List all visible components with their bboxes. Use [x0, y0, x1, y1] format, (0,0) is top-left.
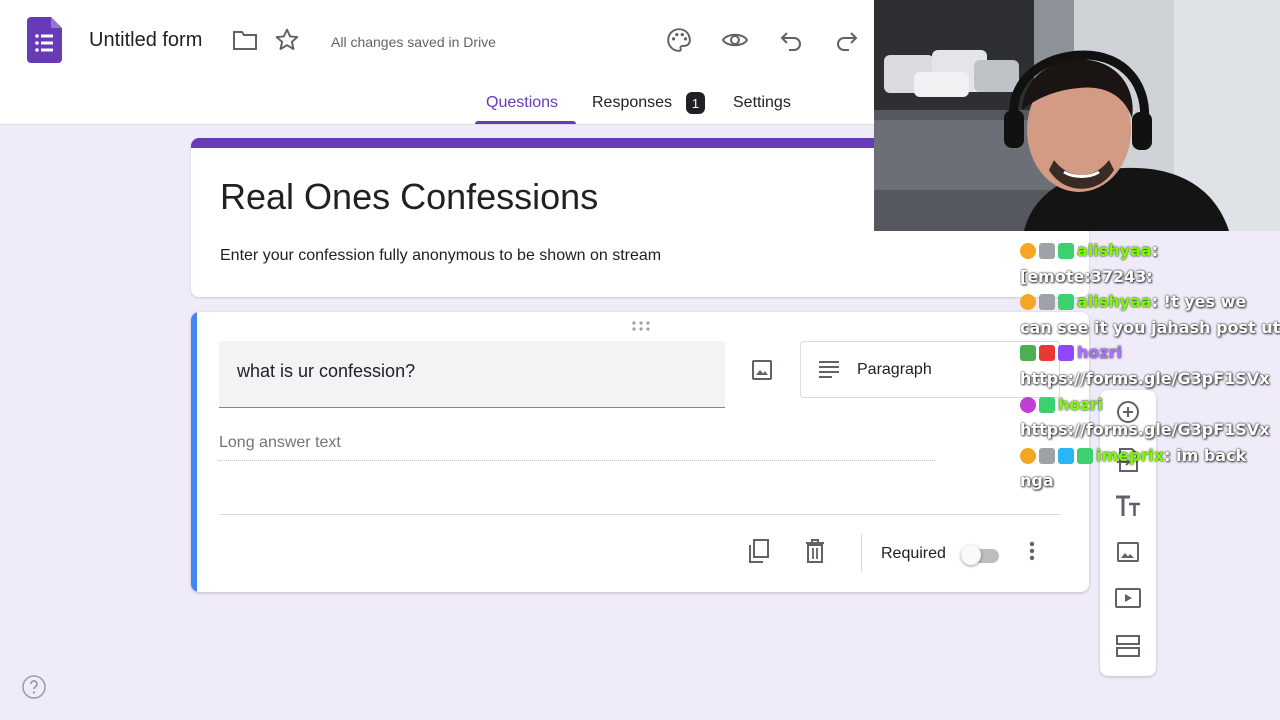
duplicate-icon[interactable] — [746, 538, 772, 564]
mod-badge-icon — [1058, 294, 1074, 311]
microphone-icon — [1020, 396, 1036, 413]
form-doc-title[interactable]: Untitled form — [89, 29, 202, 52]
add-video-icon[interactable] — [1114, 584, 1142, 612]
chat-message: alishyaa: !t yes we — [1020, 289, 1280, 315]
chat-text: : !t yes we — [1151, 292, 1247, 312]
card-footer-divider — [219, 514, 1061, 515]
webcam-video-image — [874, 0, 1280, 231]
webcam-overlay — [874, 0, 1280, 231]
chat-text: : im back — [1164, 445, 1247, 465]
tab-responses[interactable]: Responses — [592, 94, 672, 112]
save-status: All changes saved in Drive — [331, 34, 496, 50]
active-question-indicator — [191, 312, 197, 592]
add-image-icon[interactable] — [747, 355, 777, 385]
chat-message: alishyaa: — [1020, 238, 1280, 264]
tab-questions[interactable]: Questions — [486, 94, 558, 112]
drag-handle-icon[interactable] — [631, 320, 651, 332]
responses-count-badge: 1 — [686, 92, 705, 114]
folder-icon[interactable] — [231, 26, 259, 54]
chat-message-continued: can see it you jahash post ut — [1020, 317, 1280, 337]
more-options-icon[interactable] — [1019, 538, 1045, 564]
add-section-icon[interactable] — [1114, 632, 1142, 660]
mod-badge-icon — [1077, 447, 1093, 464]
question-card[interactable]: what is ur confession? Paragraph Long an… — [191, 312, 1089, 592]
undo-icon[interactable] — [777, 26, 805, 54]
chat-message-continued: nga — [1020, 471, 1054, 491]
long-answer-placeholder: Long answer text — [219, 434, 935, 461]
required-label: Required — [881, 545, 946, 562]
chat-text: : — [1151, 241, 1159, 260]
redo-icon[interactable] — [833, 26, 861, 54]
question-title-input[interactable]: what is ur confession? — [219, 341, 725, 408]
crown-icon — [1039, 447, 1055, 464]
badge-icon — [1020, 294, 1036, 311]
chat-message: imeprix: im back — [1020, 443, 1280, 469]
paragraph-icon — [819, 361, 839, 378]
required-toggle[interactable] — [961, 544, 1003, 566]
chat-username: hozri — [1077, 343, 1123, 363]
delete-trash-icon[interactable] — [802, 538, 828, 564]
chat-username: imeprix — [1096, 445, 1165, 465]
stream-chat-overlay: alishyaa: [emote:37243: alishyaa: !t yes… — [1020, 238, 1280, 494]
form-title[interactable]: Real Ones Confessions — [220, 176, 598, 218]
broadcaster-badge-icon — [1039, 345, 1055, 362]
twitch-icon — [1058, 345, 1074, 362]
chat-username: alishyaa — [1077, 241, 1152, 260]
crown-icon — [1020, 345, 1036, 362]
question-type-label: Paragraph — [857, 361, 932, 378]
active-tab-indicator — [475, 121, 576, 124]
badge-icon — [1020, 447, 1036, 464]
preview-eye-icon[interactable] — [721, 26, 749, 54]
chat-username: hozri — [1058, 394, 1104, 414]
help-icon[interactable] — [22, 675, 46, 699]
google-forms-logo-icon[interactable] — [27, 17, 62, 63]
palette-icon[interactable] — [665, 26, 693, 54]
add-image-toolbar-icon[interactable] — [1114, 538, 1142, 566]
footer-separator — [861, 534, 862, 572]
crown-icon — [1039, 294, 1055, 311]
tab-settings[interactable]: Settings — [733, 94, 791, 112]
chat-message: hozri — [1020, 340, 1280, 366]
mod-badge-icon — [1058, 243, 1074, 259]
form-description[interactable]: Enter your confession fully anonymous to… — [220, 247, 661, 265]
chat-message-continued: [emote:37243: — [1020, 266, 1153, 286]
chat-username: alishyaa — [1077, 292, 1152, 312]
chat-message-continued: https://forms.gle/G3pF1SVx — [1020, 420, 1270, 440]
star-icon[interactable] — [273, 26, 301, 54]
toggle-knob — [961, 545, 981, 565]
chat-message-continued: https://forms.gle/G3pF1SVx — [1020, 368, 1270, 388]
mod-badge-icon — [1039, 396, 1055, 413]
cube-icon — [1058, 447, 1074, 464]
badge-icon — [1020, 243, 1036, 259]
chat-message: hozri — [1020, 392, 1280, 418]
crown-icon — [1039, 243, 1055, 259]
add-title-description-icon[interactable] — [1114, 492, 1142, 520]
